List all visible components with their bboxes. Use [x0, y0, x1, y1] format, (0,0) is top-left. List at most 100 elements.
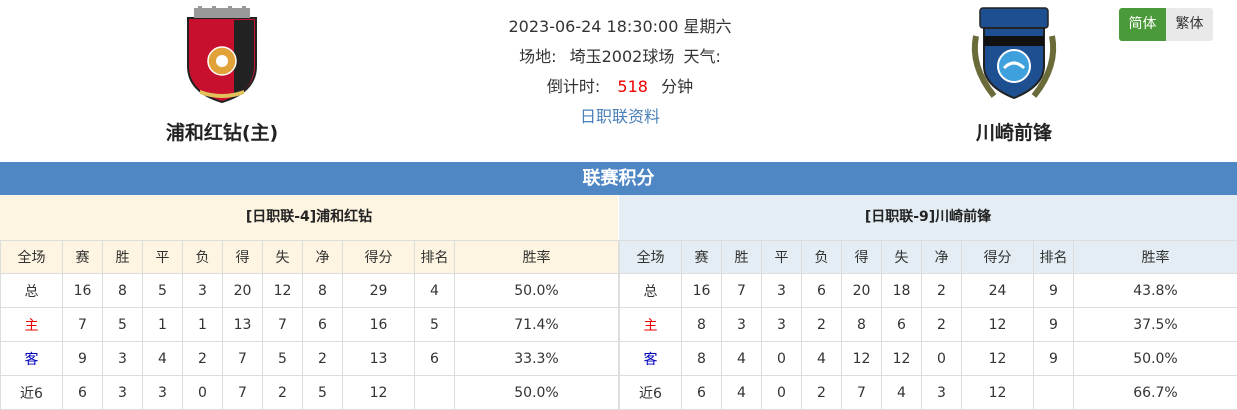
table-cell: 20	[223, 274, 263, 308]
away-standings-table: 全场赛胜平负得失净得分排名胜率 总167362018224943.8%主8332…	[619, 240, 1237, 410]
table-cell: 13	[223, 308, 263, 342]
kawasaki-frontale-logo	[966, 6, 1062, 106]
table-cell: 6	[682, 376, 722, 410]
column-header: 失	[263, 241, 303, 274]
home-standings-title: [日职联-4]浦和红钻	[0, 195, 618, 240]
table-row: 总168532012829450.0%	[1, 274, 619, 308]
table-row: 客934275213633.3%	[1, 342, 619, 376]
table-cell: 3	[103, 342, 143, 376]
column-header: 赛	[682, 241, 722, 274]
column-header: 胜率	[1074, 241, 1237, 274]
table-cell: 1	[183, 308, 223, 342]
column-header: 胜	[103, 241, 143, 274]
column-header: 胜	[722, 241, 762, 274]
table-row: 近663307251250.0%	[1, 376, 619, 410]
table-cell: 3	[762, 308, 802, 342]
table-cell	[415, 376, 455, 410]
column-header: 赛	[63, 241, 103, 274]
table-cell: 12	[343, 376, 415, 410]
table-cell: 5	[303, 376, 343, 410]
table-cell: 66.7%	[1074, 376, 1237, 410]
league-info-link[interactable]: 日职联资料	[580, 107, 660, 126]
table-cell: 4	[802, 342, 842, 376]
table-cell: 6	[303, 308, 343, 342]
column-header: 负	[183, 241, 223, 274]
row-label: 主	[1, 308, 63, 342]
table-cell: 9	[1034, 308, 1074, 342]
table-cell: 4	[722, 376, 762, 410]
table-cell: 9	[1034, 274, 1074, 308]
table-cell: 7	[223, 376, 263, 410]
home-standings-table: 全场赛胜平负得失净得分排名胜率 总168532012829450.0%主7511…	[0, 240, 619, 410]
table-cell: 3	[103, 376, 143, 410]
table-cell: 12	[263, 274, 303, 308]
table-cell: 24	[962, 274, 1034, 308]
table-cell: 71.4%	[455, 308, 619, 342]
table-cell: 12	[882, 342, 922, 376]
traditional-chinese-button[interactable]: 繁体	[1166, 8, 1213, 41]
table-cell: 0	[762, 342, 802, 376]
table-cell: 5	[103, 308, 143, 342]
venue-label: 场地:	[519, 47, 556, 66]
simplified-chinese-button[interactable]: 简体	[1119, 8, 1166, 41]
table-cell: 8	[303, 274, 343, 308]
table-cell: 5	[143, 274, 183, 308]
home-team-name: 浦和红钻(主)	[122, 118, 322, 145]
column-header: 排名	[1034, 241, 1074, 274]
table-cell: 18	[882, 274, 922, 308]
table-cell: 50.0%	[455, 376, 619, 410]
column-header: 净	[303, 241, 343, 274]
table-cell: 2	[922, 308, 962, 342]
match-info: 2023-06-24 18:30:00 星期六 场地: 埼玉2002球场 天气:…	[440, 12, 800, 132]
table-cell: 16	[343, 308, 415, 342]
countdown-unit: 分钟	[661, 77, 693, 96]
table-row: 主7511137616571.4%	[1, 308, 619, 342]
table-cell: 3	[722, 308, 762, 342]
table-row: 总167362018224943.8%	[620, 274, 1237, 308]
table-cell: 3	[762, 274, 802, 308]
table-cell: 16	[63, 274, 103, 308]
table-cell: 0	[762, 376, 802, 410]
table-cell: 12	[962, 308, 1034, 342]
column-header: 全场	[620, 241, 682, 274]
table-cell: 2	[802, 308, 842, 342]
row-label: 客	[620, 342, 682, 376]
table-cell: 5	[415, 308, 455, 342]
column-header: 平	[143, 241, 183, 274]
column-header: 平	[762, 241, 802, 274]
countdown-label: 倒计时:	[547, 77, 600, 96]
table-cell: 6	[882, 308, 922, 342]
column-header: 净	[922, 241, 962, 274]
table-cell: 33.3%	[455, 342, 619, 376]
table-cell: 8	[842, 308, 882, 342]
venue-value: 埼玉2002球场	[570, 47, 675, 66]
row-label: 总	[620, 274, 682, 308]
table-cell: 2	[303, 342, 343, 376]
countdown-row: 倒计时: 518 分钟	[440, 72, 800, 102]
table-row: 近664027431266.7%	[620, 376, 1237, 410]
table-cell: 9	[63, 342, 103, 376]
table-cell: 37.5%	[1074, 308, 1237, 342]
table-cell: 3	[922, 376, 962, 410]
table-cell: 2	[802, 376, 842, 410]
table-cell: 12	[962, 376, 1034, 410]
table-cell: 2	[922, 274, 962, 308]
table-cell: 12	[962, 342, 1034, 376]
table-cell: 7	[63, 308, 103, 342]
table-cell: 7	[842, 376, 882, 410]
away-standings-title: [日职联-9]川崎前锋	[619, 195, 1237, 240]
row-label: 近6	[1, 376, 63, 410]
table-cell: 13	[343, 342, 415, 376]
table-row: 客84041212012950.0%	[620, 342, 1237, 376]
weather-label: 天气:	[683, 47, 720, 66]
table-cell: 3	[143, 376, 183, 410]
standings-section-title: 联赛积分	[0, 162, 1237, 195]
table-cell: 20	[842, 274, 882, 308]
table-cell: 29	[343, 274, 415, 308]
table-cell: 7	[223, 342, 263, 376]
table-cell: 4	[882, 376, 922, 410]
table-cell	[1034, 376, 1074, 410]
table-cell: 1	[143, 308, 183, 342]
away-standings-panel: [日职联-9]川崎前锋 全场赛胜平负得失净得分排名胜率 总16736201822…	[619, 195, 1237, 410]
column-header: 全场	[1, 241, 63, 274]
